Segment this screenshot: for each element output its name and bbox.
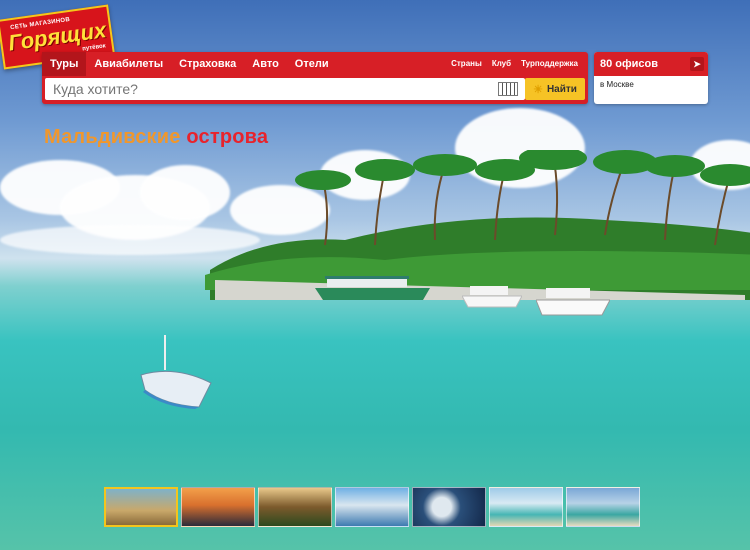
- offices-city: в Москве: [600, 80, 634, 89]
- find-button[interactable]: ☀ Найти: [525, 78, 585, 100]
- hero-title: Мальдивские острова: [44, 126, 268, 149]
- thumbnail-1[interactable]: [104, 487, 178, 527]
- thumbnail-7[interactable]: [566, 487, 640, 527]
- boat-green: [315, 276, 430, 300]
- search-panel: Туры Авиабилеты Страховка Авто Отели Стр…: [42, 52, 588, 104]
- tab-flights[interactable]: Авиабилеты: [86, 52, 171, 76]
- boat-small: [140, 335, 212, 409]
- thumbnail-3[interactable]: [258, 487, 332, 527]
- offices-header: 80 офисов ➤: [594, 52, 708, 76]
- thumbnail-2[interactable]: [181, 487, 255, 527]
- link-club[interactable]: Клуб: [492, 52, 511, 76]
- tab-tours[interactable]: Туры: [42, 52, 87, 76]
- hero-title-part1: Мальдивские: [44, 126, 181, 148]
- thumbnail-6[interactable]: [489, 487, 563, 527]
- hero-title-part2: острова: [186, 126, 269, 148]
- offices-count: 80 офисов: [600, 58, 658, 70]
- thumbnail-5[interactable]: [412, 487, 486, 527]
- boat-white: [462, 286, 522, 308]
- flame-icon: ☀: [533, 83, 543, 96]
- top-links: Страны Клуб Турподдержка: [451, 52, 578, 76]
- link-countries[interactable]: Страны: [451, 52, 482, 76]
- tab-hotels[interactable]: Отели: [287, 52, 337, 76]
- boat-yacht: [536, 288, 610, 316]
- island-illustration: [205, 150, 750, 300]
- offices-widget[interactable]: 80 офисов ➤ в Москве: [594, 52, 708, 104]
- thumbnail-4[interactable]: [335, 487, 409, 527]
- location-arrow-icon[interactable]: ➤: [690, 57, 704, 71]
- tab-insurance[interactable]: Страховка: [171, 52, 244, 76]
- destination-search-input[interactable]: [45, 78, 525, 100]
- calendar-icon[interactable]: [498, 82, 518, 96]
- find-button-label: Найти: [546, 83, 577, 95]
- link-support[interactable]: Турподдержка: [521, 52, 578, 76]
- tab-auto[interactable]: Авто: [244, 52, 287, 76]
- thumbnail-strip: [104, 487, 640, 527]
- search-tabs: Туры Авиабилеты Страховка Авто Отели: [42, 52, 337, 76]
